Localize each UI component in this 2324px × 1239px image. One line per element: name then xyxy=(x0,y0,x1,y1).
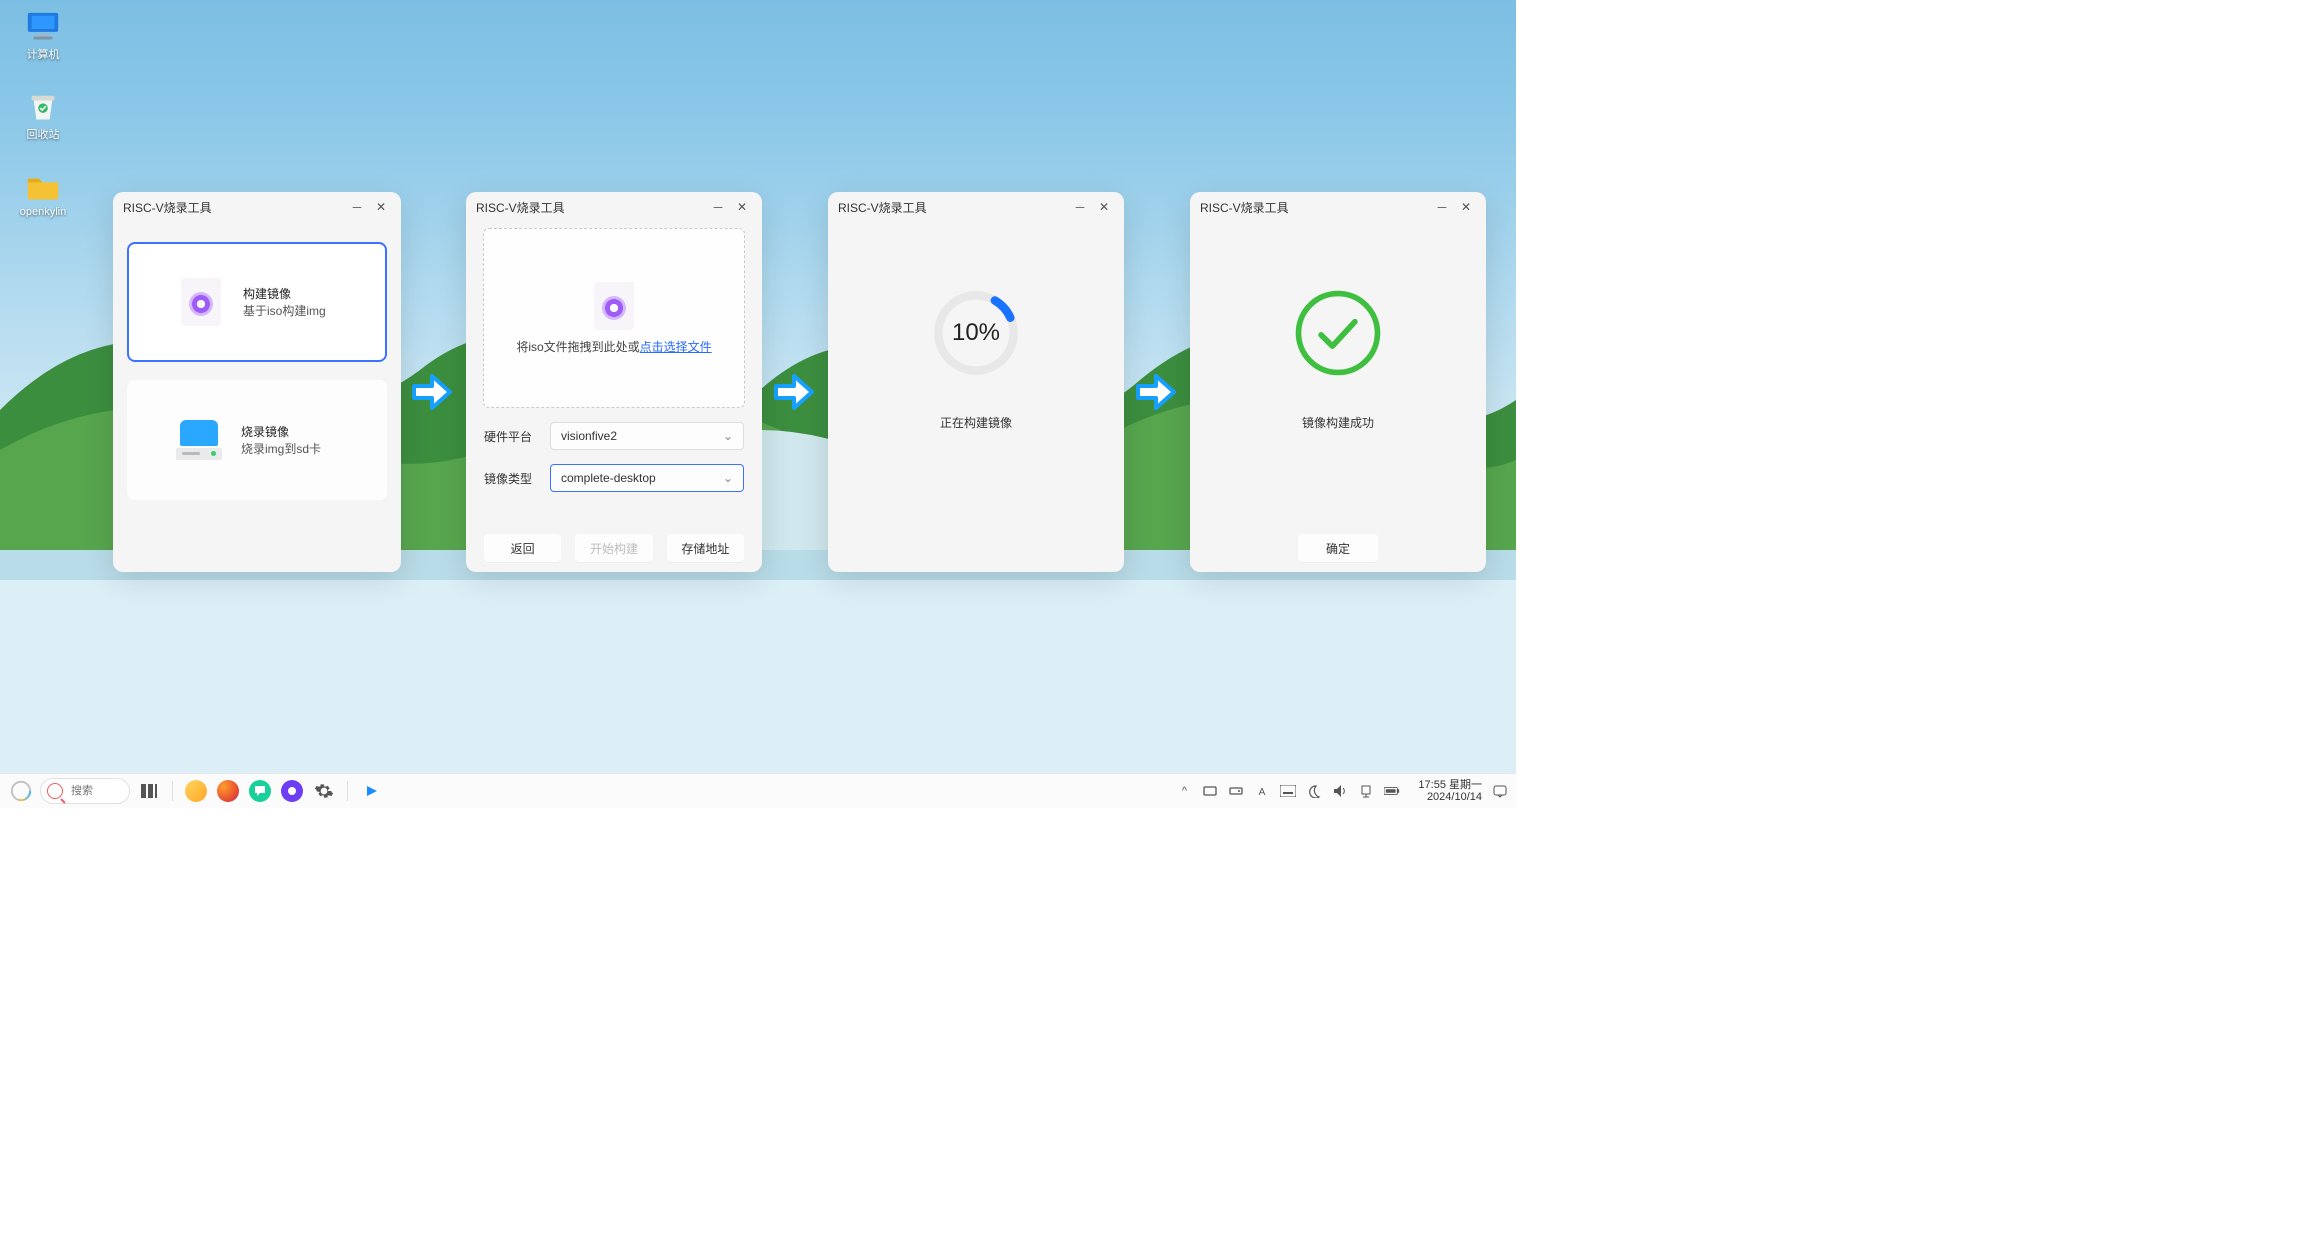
window-title: RISC-V烧录工具 xyxy=(476,199,565,216)
window-step-select: RISC-V烧录工具 ─ ✕ 构建镜像 基于iso构建img 烧录镜像 烧录im… xyxy=(113,192,401,572)
iso-file-icon xyxy=(594,282,634,330)
chevron-down-icon: ⌄ xyxy=(723,471,733,485)
back-button[interactable]: 返回 xyxy=(484,534,561,562)
desktop-icon-label: 计算机 xyxy=(27,46,60,62)
flow-arrow-icon xyxy=(410,370,454,414)
tray-expand-icon[interactable]: ^ xyxy=(1176,783,1192,799)
option-desc: 基于iso构建img xyxy=(243,302,326,319)
tray-input-icon[interactable] xyxy=(1202,783,1218,799)
taskbar-app-media[interactable] xyxy=(358,778,384,804)
taskbar-app-camera[interactable] xyxy=(279,778,305,804)
minimize-button[interactable]: ─ xyxy=(347,197,367,217)
start-button[interactable] xyxy=(8,778,34,804)
taskbar-divider xyxy=(347,781,348,801)
task-view-button[interactable] xyxy=(136,778,162,804)
tray-ime-icon[interactable]: A xyxy=(1254,783,1270,799)
save-path-button[interactable]: 存储地址 xyxy=(667,534,744,562)
close-button[interactable]: ✕ xyxy=(732,197,752,217)
select-value: visionfive2 xyxy=(561,429,617,443)
hardware-select[interactable]: visionfive2 ⌄ xyxy=(550,422,744,450)
monitor-icon xyxy=(24,10,62,42)
desktop-icon-label: 回收站 xyxy=(27,126,60,142)
search-icon xyxy=(47,783,63,799)
option-title: 烧录镜像 xyxy=(241,423,321,440)
option-build-image[interactable]: 构建镜像 基于iso构建img xyxy=(127,242,387,362)
taskbar: ^ A 17:55 星期一 2024/10/14 xyxy=(0,773,1516,808)
option-title: 构建镜像 xyxy=(243,285,326,302)
taskbar-clock[interactable]: 17:55 星期一 2024/10/14 xyxy=(1418,779,1482,803)
desktop-icon-label: openkylin xyxy=(20,206,66,218)
taskbar-divider xyxy=(172,781,173,801)
hardware-label: 硬件平台 xyxy=(484,428,532,445)
minimize-button[interactable]: ─ xyxy=(708,197,728,217)
tray-keyboard-icon[interactable] xyxy=(1280,783,1296,799)
close-button[interactable]: ✕ xyxy=(1456,197,1476,217)
progress-percent: 10% xyxy=(929,286,1023,380)
iso-file-icon xyxy=(181,278,221,326)
progress-status: 正在构建镜像 xyxy=(940,414,1012,431)
tray-night-icon[interactable] xyxy=(1306,783,1322,799)
image-type-select[interactable]: complete-desktop ⌄ xyxy=(550,464,744,492)
window-title: RISC-V烧录工具 xyxy=(123,199,212,216)
tray-disk-icon[interactable] xyxy=(1228,783,1244,799)
tray-volume-icon[interactable] xyxy=(1332,783,1348,799)
success-check-icon xyxy=(1291,286,1385,380)
search-input[interactable] xyxy=(69,784,113,798)
window-title: RISC-V烧录工具 xyxy=(1200,199,1289,216)
ok-button[interactable]: 确定 xyxy=(1298,534,1378,562)
desktop-icon-folder[interactable]: openkylin xyxy=(8,166,78,222)
trash-icon xyxy=(24,90,62,122)
taskbar-app-files[interactable] xyxy=(183,778,209,804)
system-tray: ^ A 17:55 星期一 2024/10/14 xyxy=(1176,779,1508,803)
flow-arrow-icon xyxy=(1134,370,1178,414)
drive-icon xyxy=(174,420,224,460)
select-value: complete-desktop xyxy=(561,471,656,485)
clock-date: 2024/10/14 xyxy=(1427,791,1482,803)
choose-file-link[interactable]: 点击选择文件 xyxy=(640,340,712,354)
tray-battery-icon[interactable] xyxy=(1384,783,1400,799)
clock-time: 17:55 星期一 xyxy=(1418,779,1482,791)
window-progress: RISC-V烧录工具 ─ ✕ 10% 正在构建镜像 xyxy=(828,192,1124,572)
desktop-icon-computer[interactable]: 计算机 xyxy=(8,6,78,66)
folder-icon xyxy=(24,170,62,202)
iso-dropzone[interactable]: 将iso文件拖拽到此处或点击选择文件 xyxy=(483,228,745,408)
window-done: RISC-V烧录工具 ─ ✕ 镜像构建成功 确定 xyxy=(1190,192,1486,572)
option-desc: 烧录img到sd卡 xyxy=(241,440,321,457)
taskbar-search[interactable] xyxy=(40,778,130,804)
close-button[interactable]: ✕ xyxy=(371,197,391,217)
tray-network-icon[interactable] xyxy=(1358,783,1374,799)
taskbar-app-settings[interactable] xyxy=(311,778,337,804)
desktop-icon-trash[interactable]: 回收站 xyxy=(8,86,78,146)
window-title: RISC-V烧录工具 xyxy=(838,199,927,216)
progress-ring: 10% xyxy=(929,286,1023,380)
dropzone-hint: 将iso文件拖拽到此处或点击选择文件 xyxy=(516,338,711,355)
chevron-down-icon: ⌄ xyxy=(723,429,733,443)
image-type-label: 镜像类型 xyxy=(484,470,532,487)
minimize-button[interactable]: ─ xyxy=(1432,197,1452,217)
done-status: 镜像构建成功 xyxy=(1302,414,1374,431)
svg-text:A: A xyxy=(1259,787,1266,798)
window-configure: RISC-V烧录工具 ─ ✕ 将iso文件拖拽到此处或点击选择文件 硬件平台 v… xyxy=(466,192,762,572)
flow-arrow-icon xyxy=(772,370,816,414)
option-burn-image[interactable]: 烧录镜像 烧录img到sd卡 xyxy=(127,380,387,500)
taskbar-app-chat[interactable] xyxy=(247,778,273,804)
close-button[interactable]: ✕ xyxy=(1094,197,1114,217)
minimize-button[interactable]: ─ xyxy=(1070,197,1090,217)
start-build-button[interactable]: 开始构建 xyxy=(575,534,652,562)
taskbar-app-firefox[interactable] xyxy=(215,778,241,804)
tray-notifications-icon[interactable] xyxy=(1492,783,1508,799)
